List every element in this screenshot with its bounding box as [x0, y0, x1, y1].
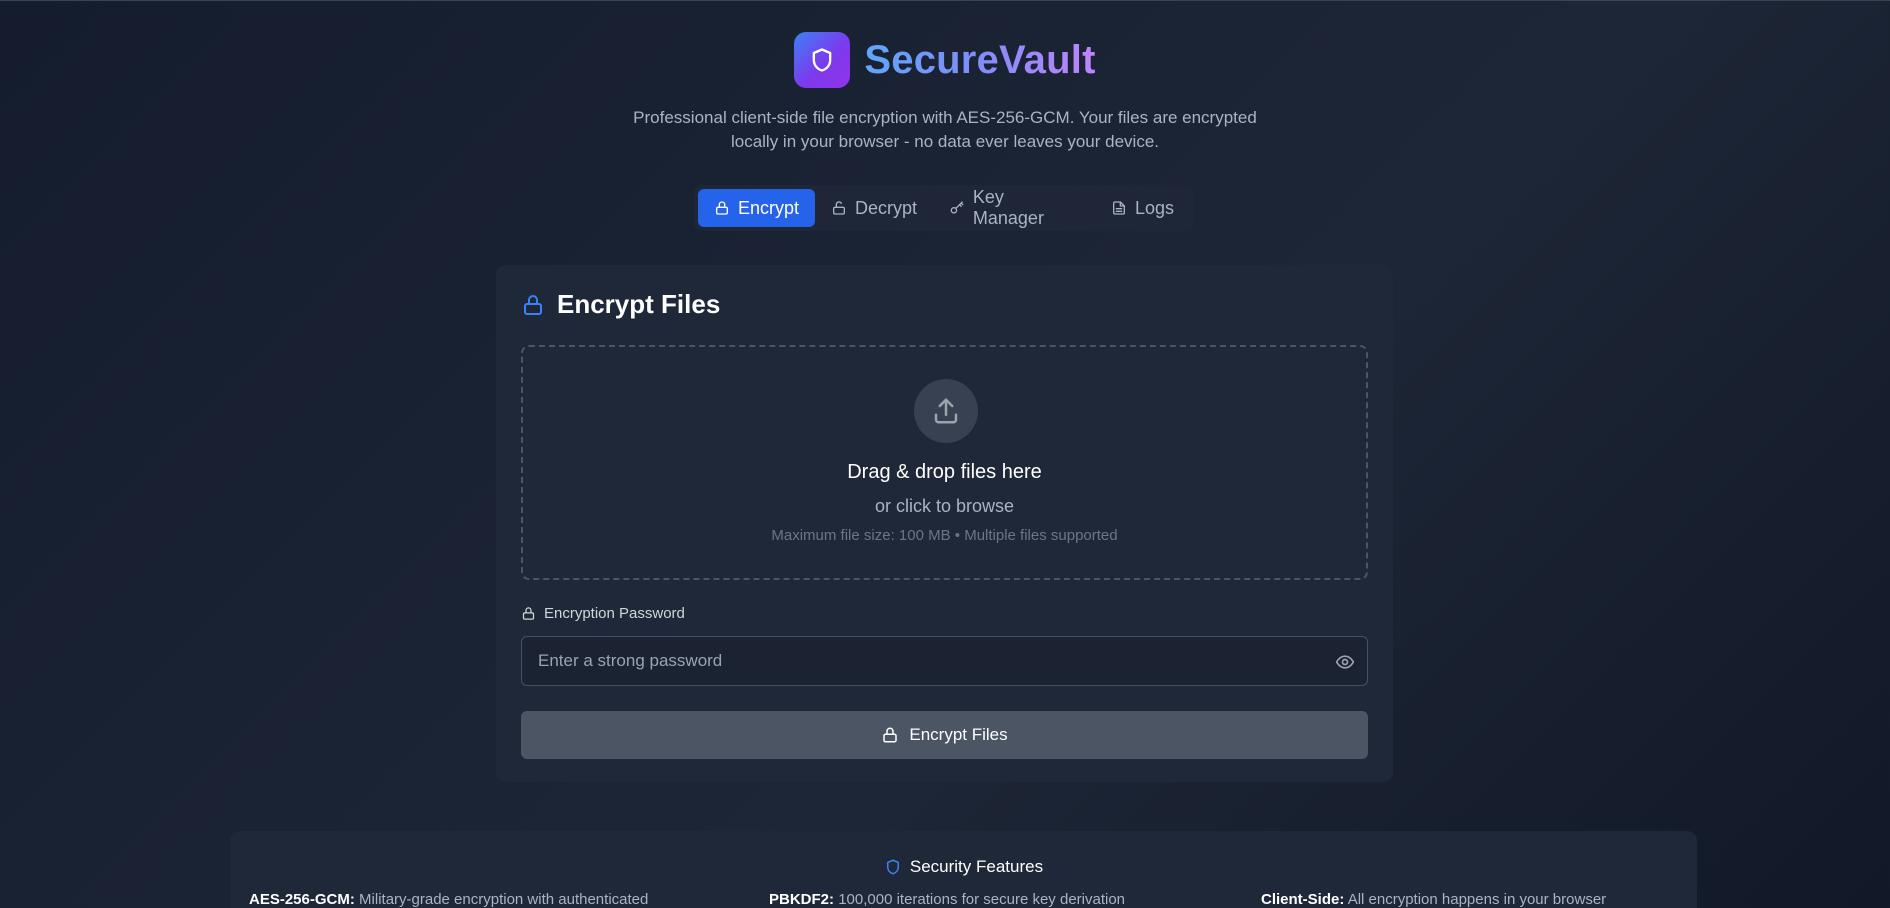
dropzone-title: Drag & drop files here [847, 461, 1042, 483]
key-icon [950, 201, 964, 214]
tab-decrypt[interactable]: Decrypt [815, 189, 933, 227]
tab-label: Encrypt [738, 197, 800, 218]
tab-label: Key Manager [972, 187, 1044, 228]
lock-icon [524, 294, 542, 315]
brand-header: SecureVault [0, 32, 1890, 88]
top-border [0, 0, 1890, 1]
card-title: Encrypt Files [557, 289, 721, 319]
feature-name: PBKDF2: [769, 891, 835, 908]
tagline-line: Professional client-side file encryption… [633, 108, 1257, 127]
unlock-icon [833, 201, 846, 215]
card-header: Encrypt Files [521, 289, 720, 320]
main-tabs: Encrypt Decrypt Key Manager Logs [694, 185, 1194, 231]
security-features-title: Security Features [909, 857, 1044, 876]
tab-encrypt[interactable]: Encrypt [698, 189, 816, 227]
app-tagline: Professional client-side file encryption… [0, 106, 1890, 154]
tagline-line: locally in your browser - no data ever l… [730, 132, 1160, 151]
lock-icon [883, 727, 898, 743]
password-label: Encryption Password [521, 605, 685, 622]
upload-badge [914, 379, 978, 443]
feature-client-side: Client-Side: All encryption happens in y… [1261, 891, 1606, 908]
document-icon [1112, 201, 1125, 215]
lock-icon [522, 607, 535, 620]
shield-icon [813, 48, 832, 72]
feature-desc: Military-grade encryption with authentic… [359, 891, 649, 908]
tab-logs[interactable]: Logs [1095, 189, 1190, 227]
feature-pbkdf2: PBKDF2: 100,000 iterations for secure ke… [769, 891, 1125, 908]
feature-desc: 100,000 iterations for secure key deriva… [838, 891, 1126, 908]
security-features-panel: Security Features AES-256-GCM: Military-… [230, 831, 1697, 908]
password-input[interactable] [522, 637, 1312, 685]
feature-aes: AES-256-GCM: Military-grade encryption w… [249, 891, 648, 908]
upload-icon [934, 398, 958, 424]
dropzone-subtitle: or click to browse [874, 496, 1015, 516]
password-label-text: Encryption Password [544, 605, 685, 622]
feature-name: AES-256-GCM: [249, 891, 355, 908]
tab-key-manager[interactable]: Key Manager [933, 187, 1095, 228]
file-dropzone[interactable]: Drag & drop files here or click to brows… [521, 345, 1368, 580]
shield-icon [886, 859, 899, 875]
password-field [521, 636, 1368, 686]
feature-desc: All encryption happens in your browser [1347, 891, 1607, 908]
lock-icon [716, 201, 728, 215]
tab-label: Logs [1134, 197, 1174, 218]
feature-name: Client-Side: [1261, 891, 1345, 908]
app-logo [794, 32, 851, 88]
dropzone-hint: Maximum file size: 100 MB • Multiple fil… [771, 527, 1118, 544]
security-features-header: Security Features [230, 857, 1697, 877]
encrypt-files-button[interactable]: Encrypt Files [521, 711, 1368, 759]
encrypt-card: Encrypt Files Drag & drop files here or … [496, 265, 1393, 782]
eye-icon[interactable] [1335, 652, 1355, 672]
app-title: SecureVault [864, 37, 1096, 82]
encrypt-button-label: Encrypt Files [909, 725, 1008, 744]
tab-label: Decrypt [855, 197, 918, 218]
